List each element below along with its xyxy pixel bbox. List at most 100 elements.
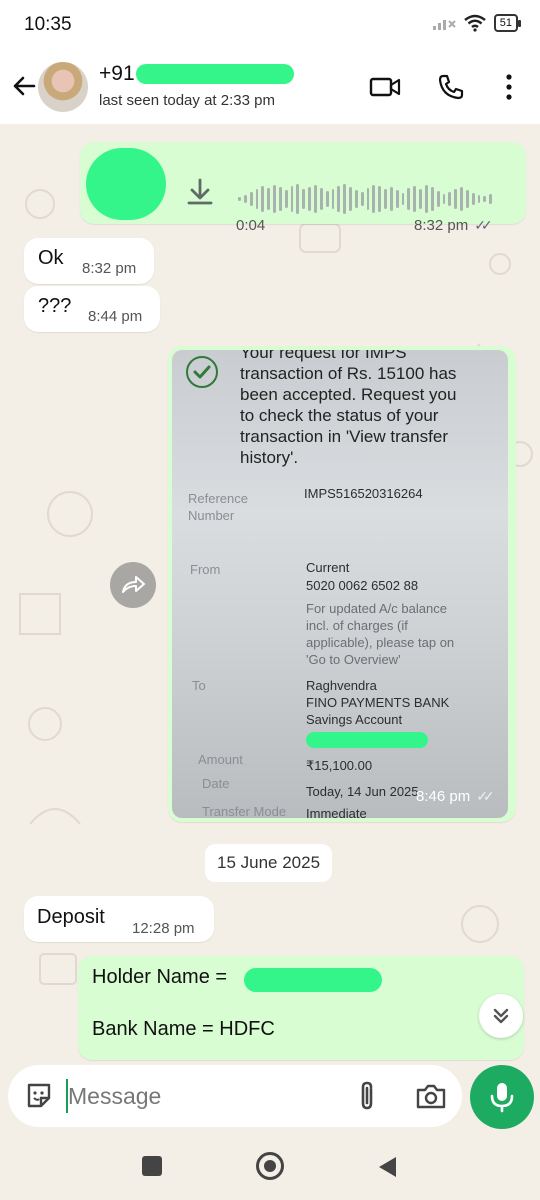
check-circle-icon bbox=[186, 356, 218, 388]
more-vert-icon[interactable] bbox=[492, 70, 526, 104]
mode-value: Immediate bbox=[306, 806, 367, 818]
waveform-bar bbox=[430, 187, 434, 211]
camera-icon[interactable] bbox=[412, 1079, 450, 1113]
voice-call-icon[interactable] bbox=[434, 70, 468, 104]
voice-duration: 0:04 bbox=[236, 217, 266, 234]
waveform-bar bbox=[290, 186, 294, 212]
back-arrow-icon[interactable] bbox=[8, 70, 40, 102]
waveform-bar bbox=[238, 197, 241, 201]
waveform-bar bbox=[401, 193, 405, 205]
waveform-bar bbox=[477, 195, 481, 203]
to-account-type: Savings Account bbox=[306, 712, 403, 727]
amount-label: Amount bbox=[198, 752, 243, 767]
voice-note-bubble[interactable]: 0:04 8:32 pm ✓✓ bbox=[80, 142, 526, 234]
last-seen-status: last seen today at 2:33 pm bbox=[99, 92, 275, 109]
screenshot-line: transaction in 'View transfer bbox=[240, 427, 448, 446]
name-redaction bbox=[136, 64, 294, 84]
signal-icon bbox=[432, 20, 456, 30]
waveform-bar bbox=[460, 187, 463, 211]
to-label: To bbox=[192, 678, 206, 693]
waveform-bar bbox=[337, 186, 341, 212]
waveform-bar bbox=[483, 196, 487, 202]
contact-name[interactable]: +91 bbox=[99, 62, 135, 86]
waveform-bar bbox=[354, 190, 358, 208]
wifi-icon bbox=[463, 14, 486, 32]
waveform-bar bbox=[308, 187, 311, 211]
status-time: 10:35 bbox=[24, 14, 72, 35]
waveform-bar bbox=[273, 185, 276, 213]
double-check-icon: ✓✓ bbox=[476, 788, 495, 804]
to-name: Raghvendra bbox=[306, 678, 377, 693]
audio-waveform[interactable] bbox=[238, 182, 493, 216]
image-message-bubble[interactable]: Your request for IMPS transaction of Rs.… bbox=[168, 346, 516, 822]
download-icon[interactable] bbox=[184, 176, 216, 210]
message-composer bbox=[8, 1065, 462, 1127]
waveform-bar bbox=[465, 190, 469, 208]
from-note-line: applicable), please tap on bbox=[306, 635, 455, 650]
to-bank: FINO PAYMENTS BANK bbox=[306, 695, 450, 710]
date-divider: 15 June 2025 bbox=[205, 844, 333, 882]
holder-name-redaction bbox=[244, 968, 382, 992]
from-note-line: For updated A/c balance bbox=[306, 601, 447, 616]
waveform-bar bbox=[454, 189, 458, 209]
account-redaction bbox=[306, 732, 428, 748]
waveform-bar bbox=[349, 187, 352, 211]
waveform-bar bbox=[360, 192, 364, 206]
waveform-bar bbox=[489, 194, 493, 204]
video-call-icon[interactable] bbox=[368, 70, 402, 104]
waveform-bar bbox=[436, 191, 440, 207]
waveform-bar bbox=[255, 189, 259, 209]
chat-area[interactable]: 0:04 8:32 pm ✓✓ Ok 8:32 pm ??? 8:44 pm Yo… bbox=[0, 124, 540, 1064]
mic-icon[interactable] bbox=[470, 1065, 534, 1129]
forward-icon[interactable] bbox=[110, 562, 156, 608]
screenshot-line: history'. bbox=[240, 448, 299, 467]
from-note-line: 'Go to Overview' bbox=[306, 652, 401, 667]
waveform-bar bbox=[378, 186, 382, 212]
incoming-message[interactable]: ??? 8:44 pm bbox=[24, 286, 160, 332]
message-input[interactable] bbox=[66, 1079, 326, 1113]
screenshot-message: Your request for IMPS transaction of Rs.… bbox=[240, 350, 456, 468]
waveform-bar bbox=[395, 190, 399, 208]
waveform-bar bbox=[389, 187, 393, 211]
message-time: 8:46 pm ✓✓ bbox=[416, 788, 495, 805]
waveform-bar bbox=[419, 189, 422, 209]
paperclip-icon[interactable] bbox=[350, 1079, 384, 1113]
waveform-bar bbox=[261, 186, 265, 212]
reference-label: Reference Number bbox=[188, 491, 248, 523]
double-chevron-down-icon[interactable] bbox=[479, 994, 523, 1038]
bank-name-line: Bank Name = HDFC bbox=[92, 1018, 275, 1040]
chat-header: +91 last seen today at 2:33 pm bbox=[0, 52, 540, 124]
message-time: 8:44 pm bbox=[88, 308, 143, 325]
waveform-bar bbox=[442, 194, 446, 204]
message-text: Deposit bbox=[37, 906, 105, 928]
mode-label: Transfer Mode bbox=[202, 804, 287, 818]
from-account-type: Current bbox=[306, 560, 350, 575]
date-value: Today, 14 Jun 2025 bbox=[306, 784, 419, 799]
waveform-bar bbox=[471, 193, 475, 205]
home-button[interactable] bbox=[256, 1152, 284, 1180]
waveform-bar bbox=[384, 189, 387, 209]
waveform-bar bbox=[366, 188, 370, 210]
incoming-message[interactable]: Ok 8:32 pm bbox=[24, 238, 154, 284]
message-text: Ok bbox=[38, 247, 64, 269]
holder-name-line: Holder Name = bbox=[92, 966, 228, 988]
waveform-bar bbox=[302, 189, 306, 209]
incoming-message[interactable]: Deposit 12:28 pm bbox=[24, 896, 214, 942]
bank-screenshot-image[interactable]: Your request for IMPS transaction of Rs.… bbox=[172, 350, 508, 818]
sticker-icon[interactable] bbox=[22, 1079, 56, 1113]
waveform-bar bbox=[313, 185, 317, 213]
profile-redaction bbox=[86, 148, 166, 220]
waveform-bar bbox=[278, 187, 282, 211]
waveform-bar bbox=[413, 186, 417, 212]
waveform-bar bbox=[407, 188, 411, 210]
back-nav-button[interactable] bbox=[376, 1155, 398, 1179]
avatar[interactable] bbox=[38, 62, 88, 112]
status-bar: 10:35 51 bbox=[0, 0, 540, 52]
waveform-bar bbox=[343, 184, 347, 214]
recents-button[interactable] bbox=[142, 1156, 162, 1176]
double-check-icon: ✓✓ bbox=[474, 217, 493, 233]
waveform-bar bbox=[372, 185, 376, 213]
battery-icon: 51 bbox=[493, 14, 522, 32]
outgoing-message[interactable]: Holder Name = Bank Name = HDFC bbox=[78, 956, 524, 1060]
screenshot-line: been accepted. Request you bbox=[240, 385, 457, 404]
